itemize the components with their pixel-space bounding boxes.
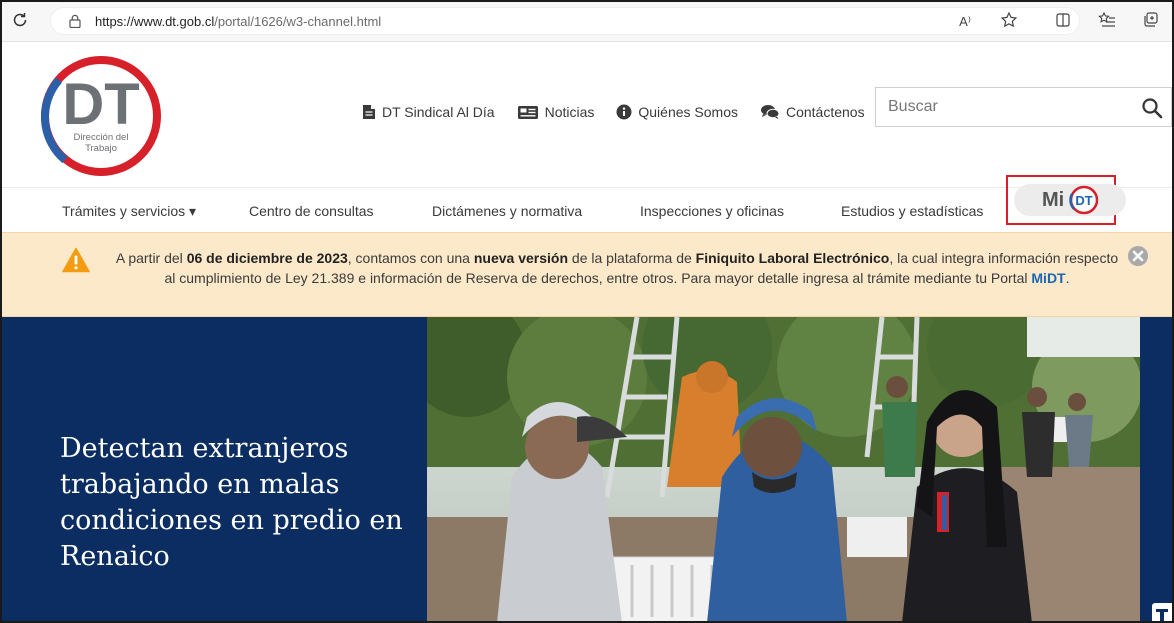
newspaper-icon [517, 105, 538, 119]
alert-midt-link[interactable]: MiDT [1031, 270, 1065, 286]
search-box [875, 87, 1172, 127]
dt-logo[interactable]: DT Dirección del Trabajo [39, 54, 163, 178]
read-aloud-label: A⁾ [959, 14, 971, 29]
toplink-contactenos[interactable]: Contáctenos [760, 104, 865, 120]
warning-icon [62, 247, 90, 273]
hero-title[interactable]: Detectan extranjeros trabajando en malas… [60, 431, 410, 575]
midt-prefix: Mi [1042, 189, 1065, 211]
chat-icon [760, 105, 780, 119]
top-links: DT Sindical Al Día Noticias Quiénes Somo… [362, 102, 887, 122]
search-input[interactable] [876, 88, 1126, 126]
address-bar[interactable]: https://www.dt.gob.cl/portal/1626/w3-cha… [50, 7, 1080, 35]
hero-photo[interactable] [427, 317, 1140, 621]
browser-toolbar: https://www.dt.gob.cl/portal/1626/w3-cha… [2, 2, 1172, 42]
search-icon[interactable] [1141, 97, 1163, 119]
split-screen-icon[interactable] [1052, 11, 1074, 33]
reload-icon[interactable] [10, 11, 30, 31]
midt-badge-icon: DT [1069, 185, 1099, 215]
alert-date: 06 de diciembre de 2023 [186, 250, 348, 266]
alert-t2: , contamos con una [347, 250, 474, 266]
midt-button[interactable]: Mi DT [1014, 184, 1126, 216]
midt-highlight: Mi DT [1006, 175, 1126, 225]
close-icon[interactable] [1127, 245, 1149, 267]
alert-message: A partir del 06 de diciembre de 2023, co… [112, 248, 1122, 288]
main-nav: Trámites y servicios ▾ Centro de consult… [2, 187, 1172, 232]
alert-t3: de la plataforma de [568, 250, 696, 266]
toplink-label: DT Sindical Al Día [382, 104, 495, 120]
lock-icon [69, 14, 81, 28]
toplink-dt-sindical[interactable]: DT Sindical Al Día [362, 104, 495, 120]
nav-inspecciones[interactable]: Inspecciones y oficinas [640, 203, 784, 219]
alert-platform: Finiquito Laboral Electrónico [695, 250, 890, 266]
document-icon [363, 105, 375, 119]
favorites-list-icon[interactable] [1096, 11, 1118, 33]
toplink-quienes-somos[interactable]: Quiénes Somos [616, 104, 738, 120]
nav-centro-consultas[interactable]: Centro de consultas [249, 203, 374, 219]
url-host: https://www.dt.gob.cl [95, 14, 215, 29]
midt-badge-text: DT [1075, 193, 1092, 208]
chat-widget-icon[interactable] [1152, 603, 1172, 621]
collections-icon[interactable] [1140, 11, 1162, 33]
alert-banner: A partir del 06 de diciembre de 2023, co… [2, 232, 1172, 317]
read-aloud-icon[interactable]: A⁾ [954, 11, 976, 33]
hero-banner[interactable]: Detectan extranjeros trabajando en malas… [2, 317, 1172, 621]
alert-t5: . [1065, 270, 1070, 286]
browser-window: https://www.dt.gob.cl/portal/1626/w3-cha… [0, 0, 1174, 623]
logo-subtitle-2: Trabajo [85, 143, 117, 154]
toplink-label: Quiénes Somos [638, 104, 738, 120]
toplink-label: Noticias [544, 104, 595, 120]
alert-t1: A partir del [115, 250, 187, 266]
url-path: /portal/1626/w3-channel.html [214, 14, 382, 29]
info-icon [616, 104, 632, 120]
url-text: https://www.dt.gob.cl/portal/1626/w3-cha… [95, 14, 381, 29]
orchard-workers-photo [427, 317, 1140, 621]
toplink-label: Contáctenos [785, 104, 865, 120]
site-header: DT Dirección del Trabajo DT Sindical Al … [2, 42, 1172, 187]
toplink-noticias[interactable]: Noticias [517, 104, 595, 120]
nav-tramites[interactable]: Trámites y servicios ▾ [62, 203, 196, 220]
nav-estudios[interactable]: Estudios y estadísticas [841, 203, 983, 219]
alert-new-version: nueva versión [473, 250, 569, 266]
favorite-icon[interactable] [998, 11, 1020, 33]
nav-dictamenes[interactable]: Dictámenes y normativa [432, 203, 582, 219]
logo-letters: DT [62, 72, 139, 137]
logo-subtitle-1: Dirección del [74, 132, 129, 143]
